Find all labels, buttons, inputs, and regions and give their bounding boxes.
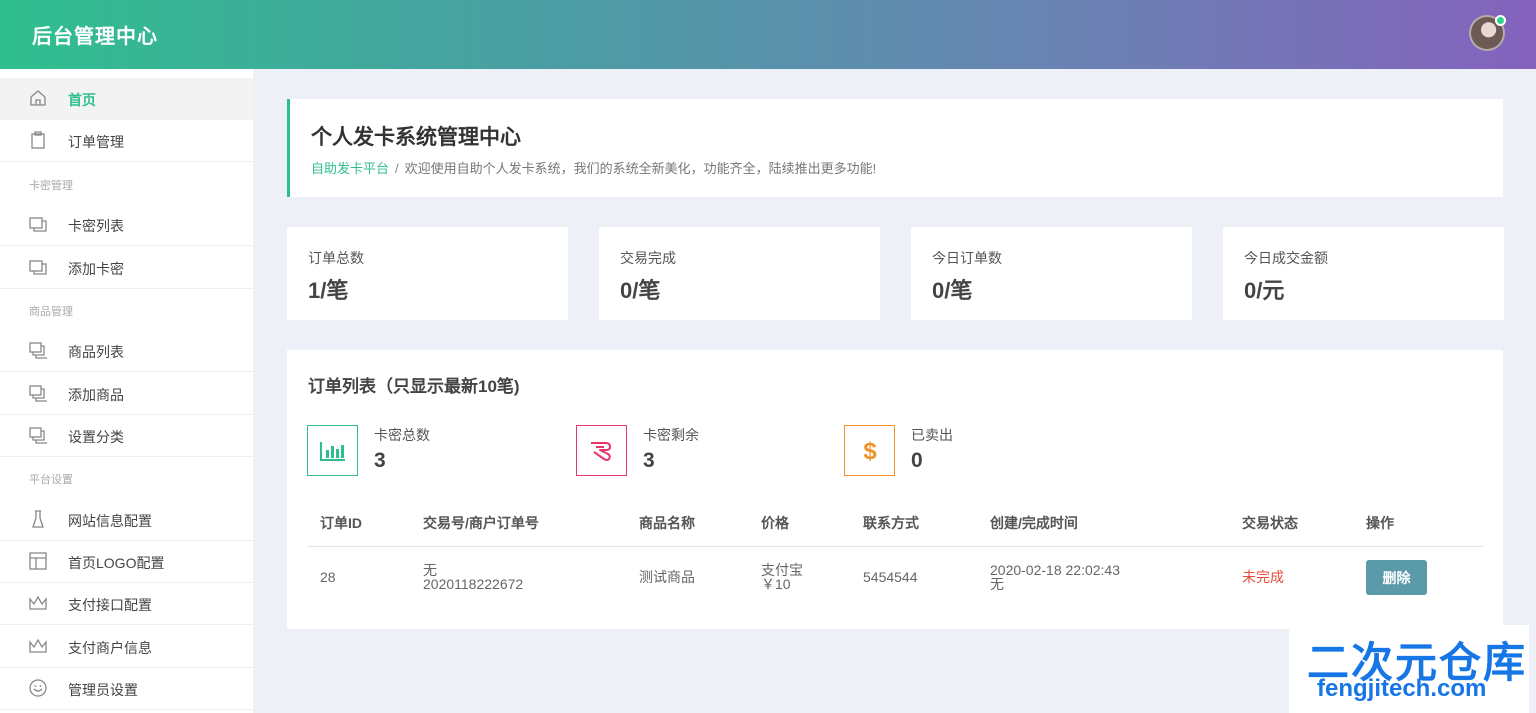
page-title: 个人发卡系统管理中心 <box>311 126 521 149</box>
table-divider <box>307 546 1483 547</box>
stat-value: 0/笔 <box>932 278 973 303</box>
stat-card-today-orders: 今日订单数 0/笔 <box>911 227 1192 320</box>
stat-label: 今日订单数 <box>932 250 1002 266</box>
stat-card-total-orders: 订单总数 1/笔 <box>287 227 568 320</box>
cell-order-id: 28 <box>320 569 336 585</box>
breadcrumb-link[interactable]: 自助发卡平台 <box>311 161 389 176</box>
column-header[interactable]: 商品名称 <box>639 513 695 533</box>
welcome-panel: 个人发卡系统管理中心 自助发卡平台 / 欢迎使用自助个人发卡系统，我们的系统全新美化… <box>287 99 1503 197</box>
stack-icon <box>29 427 47 444</box>
sidebar-item-add-card[interactable]: 添加卡密 <box>0 247 253 289</box>
cell-contact: 5454544 <box>863 569 918 585</box>
kpi-value: 3 <box>374 449 386 472</box>
sidebar-section-label: 平台设置 <box>29 474 73 486</box>
cell-merchant-no: 2020118222672 <box>423 576 524 592</box>
stat-label: 交易完成 <box>620 250 676 266</box>
sidebar-item-label: 首页 <box>68 92 96 108</box>
sidebar-item-label: 订单管理 <box>68 134 124 150</box>
kpi-value: 0 <box>911 449 923 472</box>
sidebar-item-add-product[interactable]: 添加商品 <box>0 373 253 415</box>
sidebar-item-card-list[interactable]: 卡密列表 <box>0 204 253 246</box>
breadcrumb-separator: / <box>395 161 399 176</box>
sidebar-item-home[interactable]: 首页 <box>0 78 253 120</box>
watermark: 二次元仓库 fengjitech.com <box>1289 625 1529 713</box>
cell-trade-no: 无 <box>423 562 437 578</box>
sidebar-item-label: 支付接口配置 <box>68 597 152 613</box>
flask-icon <box>32 510 44 528</box>
cell-pay-method: 支付宝 <box>761 562 803 578</box>
sidebar-item-label: 首页LOGO配置 <box>68 555 165 571</box>
crown-icon <box>29 638 47 653</box>
kpi-label: 卡密总数 <box>374 427 430 443</box>
bar-chart-icon <box>307 425 358 476</box>
sidebar-item-label: 添加卡密 <box>68 261 124 277</box>
sidebar-item-label: 支付商户信息 <box>68 640 152 656</box>
column-header[interactable]: 联系方式 <box>863 513 919 533</box>
breadcrumb: 自助发卡平台 / 欢迎使用自助个人发卡系统，我们的系统全新美化，功能齐全，陆续推出更… <box>311 158 876 177</box>
hand-icon <box>576 425 627 476</box>
kpi-label: 卡密剩余 <box>643 427 699 443</box>
stat-value: 1/笔 <box>308 278 349 303</box>
sidebar-item-label: 卡密列表 <box>68 218 124 234</box>
column-header[interactable]: 订单ID <box>320 513 362 533</box>
stack-icon <box>29 342 47 359</box>
svg-text:$: $ <box>863 438 877 465</box>
column-header[interactable]: 交易号/商户订单号 <box>423 513 539 533</box>
watermark-url: fengjitech.com <box>1317 675 1487 702</box>
stat-label: 订单总数 <box>308 250 364 266</box>
order-list-panel: 订单列表（只显示最新10笔) 卡密总数 3 卡密剩余 3 $ 已卖出 0 订单I… <box>287 350 1503 629</box>
dollar-icon: $ <box>844 425 895 476</box>
sidebar-item-category-settings[interactable]: 设置分类 <box>0 415 253 457</box>
smile-icon <box>29 679 47 697</box>
sidebar-item-label: 网站信息配置 <box>68 513 152 529</box>
status-badge: 未完成 <box>1242 569 1284 585</box>
sidebar-item-logo-settings[interactable]: 首页LOGO配置 <box>0 541 253 583</box>
stack-icon <box>29 385 47 402</box>
cell-price: ￥10 <box>761 576 791 592</box>
copy-icon <box>29 217 47 232</box>
copy-icon <box>29 260 47 275</box>
cell-created-time: 2020-02-18 22:02:43 <box>990 562 1120 578</box>
delete-button[interactable]: 删除 <box>1366 560 1427 595</box>
stat-card-today-amount: 今日成交金额 0/元 <box>1223 227 1504 320</box>
top-bar: 后台管理中心 <box>0 0 1536 69</box>
welcome-message: 欢迎使用自助个人发卡系统，我们的系统全新美化，功能齐全，陆续推出更多功能! <box>404 161 877 176</box>
app-title: 后台管理中心 <box>32 26 158 48</box>
sidebar-item-payment-config[interactable]: 支付接口配置 <box>0 583 253 625</box>
sidebar-item-label: 商品列表 <box>68 344 124 360</box>
sidebar-section-label: 商品管理 <box>29 306 73 318</box>
sidebar-item-label: 设置分类 <box>68 429 124 445</box>
sidebar-item-merchant-info[interactable]: 支付商户信息 <box>0 626 253 668</box>
column-header[interactable]: 创建/完成时间 <box>990 513 1078 533</box>
stat-value: 0/笔 <box>620 278 661 303</box>
column-header: 操作 <box>1366 515 1394 531</box>
sidebar-section-label: 卡密管理 <box>29 180 73 192</box>
sidebar-item-site-info[interactable]: 网站信息配置 <box>0 499 253 541</box>
kpi-label: 已卖出 <box>911 427 953 443</box>
layout-icon <box>29 552 47 570</box>
stat-card-completed: 交易完成 0/笔 <box>599 227 880 320</box>
stat-value: 0/元 <box>1244 278 1285 303</box>
clipboard-icon <box>31 131 45 149</box>
cell-finished-time: 无 <box>990 576 1004 592</box>
order-list-title: 订单列表（只显示最新10笔) <box>308 377 520 396</box>
crown-icon <box>29 595 47 610</box>
sidebar: 首页 订单管理 卡密管理 卡密列表 添加卡密 商品管理 商品列表 添加商品 设置… <box>0 69 253 713</box>
sidebar-item-label: 添加商品 <box>68 387 124 403</box>
home-icon <box>30 90 46 106</box>
online-status-dot <box>1495 15 1506 26</box>
kpi-value: 3 <box>643 449 655 472</box>
cell-product: 测试商品 <box>639 569 695 585</box>
stat-label: 今日成交金额 <box>1244 250 1328 266</box>
sidebar-item-label: 管理员设置 <box>68 682 138 698</box>
column-header[interactable]: 价格 <box>761 513 789 533</box>
column-header[interactable]: 交易状态 <box>1242 513 1298 533</box>
sidebar-item-admin-settings[interactable]: 管理员设置 <box>0 668 253 710</box>
sidebar-item-product-list[interactable]: 商品列表 <box>0 330 253 372</box>
sidebar-item-orders[interactable]: 订单管理 <box>0 120 253 162</box>
